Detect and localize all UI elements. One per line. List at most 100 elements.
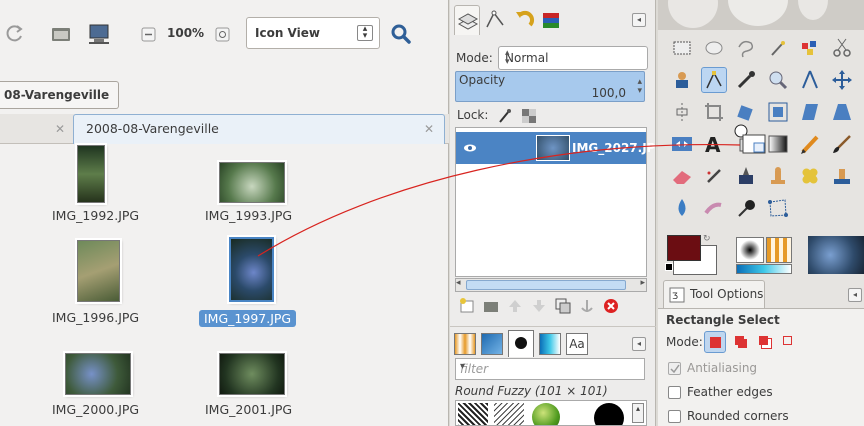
brush-swatch[interactable] xyxy=(594,403,624,425)
tab-varengeville[interactable]: 2008-08-Varengeville ✕ xyxy=(73,114,445,144)
refresh-button[interactable] xyxy=(2,21,28,47)
dodge-burn-tool[interactable] xyxy=(733,195,759,221)
pencil-tool[interactable] xyxy=(797,131,823,157)
file-name[interactable]: IMG_2000.JPG xyxy=(52,402,139,417)
default-colors-icon[interactable] xyxy=(665,263,673,271)
scroll-right-icon[interactable]: ▸ xyxy=(640,278,645,288)
layer-name[interactable]: IMG_2027.JP xyxy=(572,141,655,155)
active-pattern[interactable] xyxy=(766,237,792,263)
anchor-layer-icon[interactable] xyxy=(579,298,595,314)
color-picker-tool[interactable] xyxy=(733,67,759,93)
zoom-out-button[interactable] xyxy=(136,21,162,47)
scroll-up-icon[interactable]: ▴ xyxy=(632,403,644,423)
select-by-color-tool[interactable] xyxy=(797,35,823,61)
mode-subtract-button[interactable] xyxy=(754,331,776,353)
raise-layer-icon[interactable] xyxy=(507,298,523,314)
blur-tool[interactable] xyxy=(669,195,695,221)
rect-select-tool[interactable] xyxy=(669,35,695,61)
layer-row[interactable]: IMG_2027.JP xyxy=(456,132,655,164)
feather-edges-checkbox[interactable] xyxy=(668,386,681,399)
perspective-clone-tool[interactable] xyxy=(829,163,855,189)
horizontal-scrollbar[interactable]: ◂ ▸ xyxy=(455,278,647,292)
lock-alpha-icon[interactable] xyxy=(521,108,537,124)
tab-channels[interactable] xyxy=(482,5,508,35)
dock-menu-button[interactable]: ◂ xyxy=(848,288,862,302)
airbrush-tool[interactable] xyxy=(701,163,727,189)
cage-transform-tool[interactable] xyxy=(765,195,791,221)
dock-menu-button[interactable]: ◂ xyxy=(632,337,646,351)
fuzzy-select-tool[interactable] xyxy=(765,35,791,61)
flip-tool[interactable] xyxy=(669,131,695,157)
opacity-slider[interactable]: Opacity 100,0 ▴ ▾ xyxy=(455,71,645,102)
file-name[interactable]: IMG_1993.JPG xyxy=(205,208,292,223)
close-icon[interactable]: ✕ xyxy=(424,122,434,136)
dock-menu-button[interactable]: ◂ xyxy=(632,13,646,27)
new-group-icon[interactable] xyxy=(483,298,499,314)
home-folder-button[interactable] xyxy=(48,21,74,47)
mode-replace-button[interactable] xyxy=(704,331,726,353)
active-image-preview[interactable] xyxy=(808,236,864,274)
heal-tool[interactable] xyxy=(797,163,823,189)
breadcrumb-button[interactable]: 08-Varengeville xyxy=(0,81,119,109)
lock-pixels-icon[interactable] xyxy=(497,108,513,124)
tab-patterns[interactable] xyxy=(481,333,503,355)
scrollbar-thumb[interactable] xyxy=(466,280,626,290)
scroll-left-icon[interactable]: ◂ xyxy=(456,278,461,288)
foreground-select-tool[interactable] xyxy=(669,67,695,93)
chevron-down-icon[interactable]: ▾ xyxy=(460,361,640,372)
file-thumbnail[interactable] xyxy=(77,145,105,203)
paintbrush-tool[interactable] xyxy=(829,131,855,157)
file-name[interactable]: IMG_2001.JPG xyxy=(205,402,292,417)
computer-button[interactable] xyxy=(86,21,112,47)
spinner-icon[interactable]: ▴ ▾ xyxy=(637,78,642,96)
mode-intersect-button[interactable] xyxy=(778,331,800,353)
crop-tool[interactable] xyxy=(701,99,727,125)
brush-swatch[interactable] xyxy=(494,403,524,425)
tab-palettes[interactable] xyxy=(538,5,564,35)
file-name[interactable]: IMG_1997.JPG xyxy=(199,310,297,327)
mode-select[interactable]: Normal ▴ ▾ xyxy=(498,46,648,70)
ink-tool[interactable] xyxy=(733,163,759,189)
smudge-tool[interactable] xyxy=(701,195,727,221)
move-tool[interactable] xyxy=(829,67,855,93)
file-thumbnail[interactable] xyxy=(219,353,285,395)
text-tool[interactable]: A xyxy=(701,131,727,157)
ellipse-select-tool[interactable] xyxy=(701,35,727,61)
paths-tool[interactable] xyxy=(701,67,727,93)
file-thumbnail[interactable] xyxy=(77,240,120,302)
tab-brushes[interactable] xyxy=(508,330,534,357)
tab-layers[interactable] xyxy=(454,5,480,35)
view-mode-select[interactable]: Icon View ▴ ▾ xyxy=(246,17,380,49)
active-gradient[interactable] xyxy=(736,264,792,274)
swap-colors-icon[interactable]: ↻ xyxy=(703,234,711,244)
file-thumbnail[interactable] xyxy=(229,237,274,302)
tab-gradient-list[interactable] xyxy=(539,333,561,355)
mode-add-button[interactable] xyxy=(730,331,752,353)
clone-tool[interactable] xyxy=(765,163,791,189)
file-name[interactable]: IMG_1996.JPG xyxy=(52,310,139,325)
measure-tool[interactable] xyxy=(797,67,823,93)
shear-tool[interactable] xyxy=(797,99,823,125)
new-layer-icon[interactable] xyxy=(459,298,475,314)
zoom-tool[interactable] xyxy=(765,67,791,93)
duplicate-layer-icon[interactable] xyxy=(555,298,571,314)
file-name[interactable]: IMG_1992.JPG xyxy=(52,208,139,223)
file-thumbnail[interactable] xyxy=(219,162,285,203)
file-thumbnail[interactable] xyxy=(65,353,131,395)
tab-fonts[interactable]: Aa xyxy=(566,333,588,355)
blend-tool[interactable] xyxy=(765,131,791,157)
active-brush[interactable] xyxy=(736,237,764,263)
tab-undo[interactable] xyxy=(510,5,536,35)
close-icon[interactable]: ✕ xyxy=(55,122,65,136)
perspective-tool[interactable] xyxy=(829,99,855,125)
rotate-tool[interactable] xyxy=(733,99,759,125)
scissors-select-tool[interactable] xyxy=(829,35,855,61)
eye-icon[interactable] xyxy=(462,140,478,156)
zoom-in-button[interactable] xyxy=(210,21,236,47)
antialiasing-checkbox[interactable] xyxy=(668,362,681,375)
delete-layer-icon[interactable] xyxy=(603,298,619,314)
tab-tool-options[interactable]: Ʒ Tool Options xyxy=(663,280,765,308)
search-button[interactable] xyxy=(388,21,414,47)
brush-swatch[interactable] xyxy=(458,403,488,425)
scale-tool[interactable] xyxy=(765,99,791,125)
